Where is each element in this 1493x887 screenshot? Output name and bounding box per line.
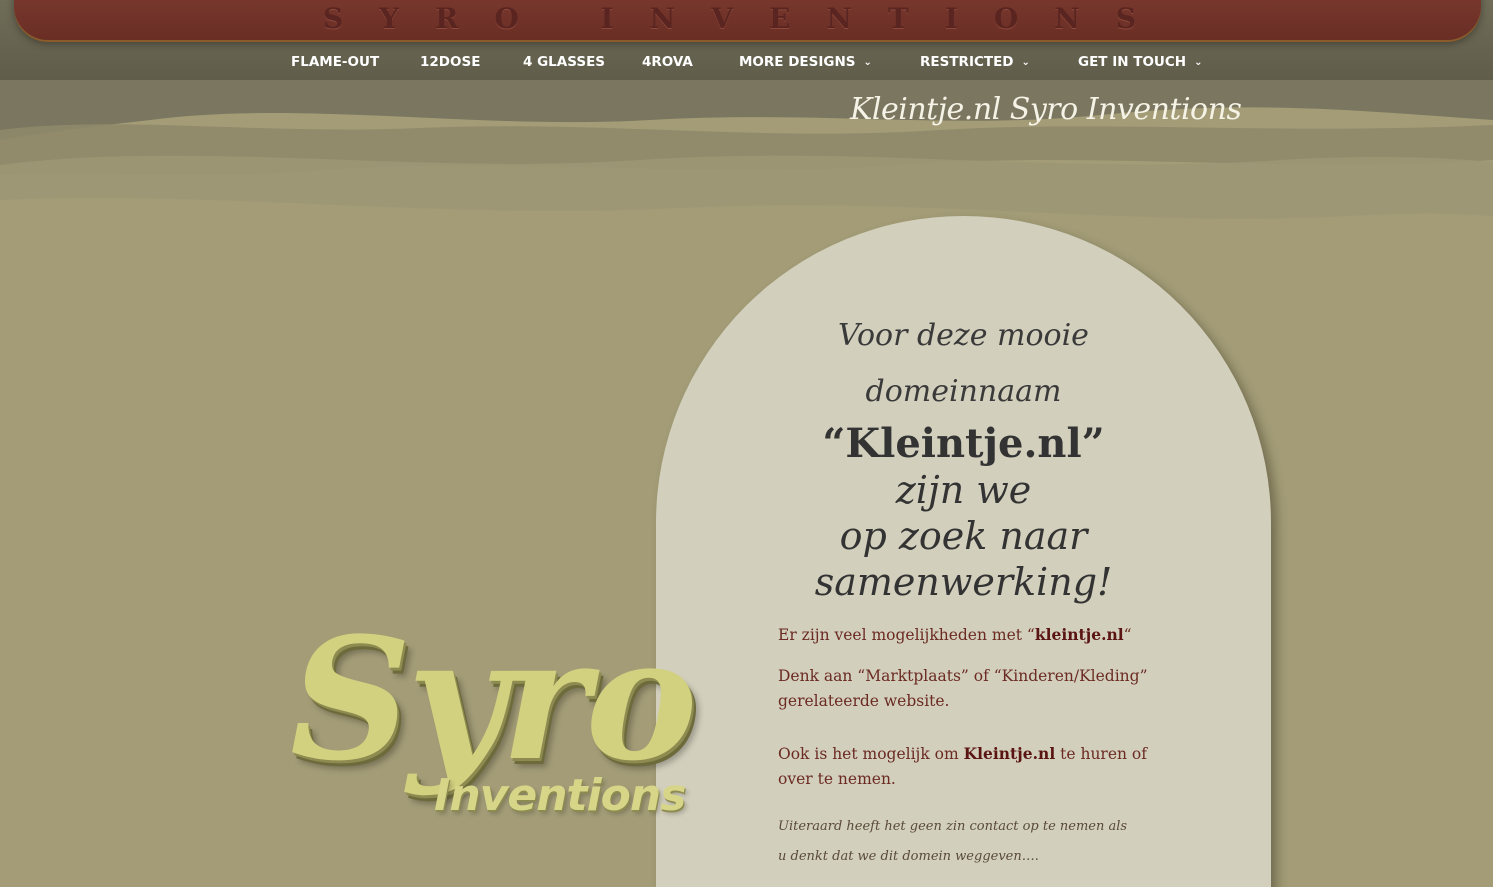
arch-card: Voor deze mooie domeinnaam “Kleintje.nl”… [656, 216, 1271, 887]
nav-item-more-designs[interactable]: MORE DESIGNS ⌄ [739, 54, 872, 70]
nav-item-restricted[interactable]: RESTRICTED ⌄ [920, 54, 1030, 70]
phrase-line-1: zijn we [895, 468, 1032, 512]
intro-line-2: domeinnaam [865, 374, 1062, 409]
paragraph-rent-or-buy: Ook is het mogelijk om Kleintje.nl te hu… [778, 744, 1147, 788]
chevron-down-icon: ⌄ [1021, 57, 1030, 68]
chevron-down-icon: ⌄ [1194, 57, 1203, 68]
syro-logo-word: Syro [290, 600, 698, 798]
nav-item-4-glasses[interactable]: 4 GLASSES [523, 54, 605, 70]
phrase-line-2: op zoek naar [839, 514, 1088, 558]
domain-bold: Kleintje.nl [963, 744, 1056, 763]
intro-line-1: Voor deze mooie [838, 318, 1089, 353]
domain-bold: kleintje.nl [1034, 625, 1124, 644]
phrase-line-3: samenwerking! [814, 560, 1113, 604]
chevron-down-icon: ⌄ [863, 57, 872, 68]
inventions-logo-word: Inventions [434, 770, 686, 821]
paragraph-examples: Denk aan “Marktplaats” of “Kinderen/Kled… [778, 667, 1148, 710]
nav-item-get-in-touch[interactable]: GET IN TOUCH ⌄ [1078, 54, 1202, 70]
brand-bar: SYRO INVENTIONS [14, 0, 1481, 40]
paragraph-possibilities: Er zijn veel mogelijkheden met “kleintje… [778, 625, 1132, 644]
nav-item-4rova[interactable]: 4ROVA [642, 54, 693, 70]
nav-item-12dose[interactable]: 12DOSE [420, 54, 480, 70]
wave-decoration [0, 80, 1493, 280]
site-tagline: Kleintje.nl Syro Inventions [850, 92, 1242, 127]
main-nav: FLAME-OUT 12DOSE 4 GLASSES 4ROVA MORE DE… [0, 48, 1493, 78]
domain-name-heading: “Kleintje.nl” [822, 420, 1105, 467]
brand-title: SYRO INVENTIONS [322, 2, 1173, 35]
nav-item-flame-out[interactable]: FLAME-OUT [291, 54, 379, 70]
page: SYRO INVENTIONS FLAME-OUT 12DOSE 4 GLASS… [0, 0, 1493, 887]
paragraph-disclaimer: Uiteraard heeft het geen zin contact op … [778, 819, 1128, 864]
